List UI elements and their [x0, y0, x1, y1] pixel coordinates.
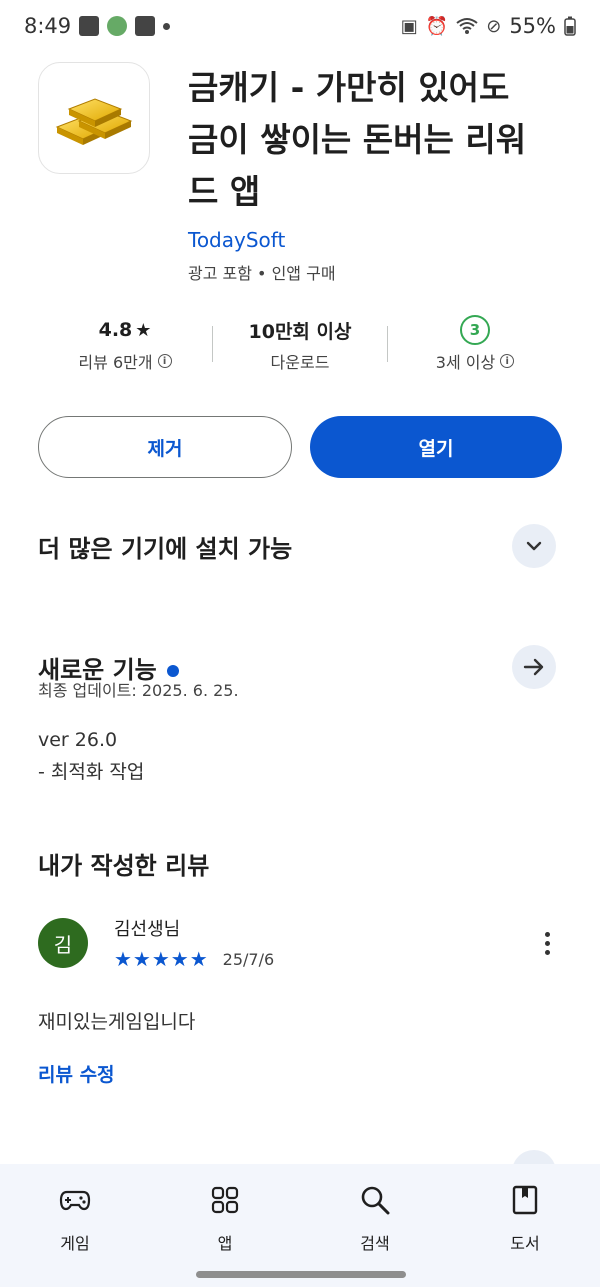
info-icon: i [500, 354, 515, 368]
release-notes: - 최적화 작업 [38, 761, 145, 783]
age-rating-stat[interactable]: 3 3세 이상 i [388, 315, 562, 373]
review-text: 재미있는게임입니다 [38, 1011, 196, 1033]
edit-review-link[interactable]: 리뷰 수정 [38, 1060, 115, 1087]
search-icon [357, 1182, 393, 1218]
nav-books[interactable]: 도서 [450, 1164, 600, 1287]
nav-label: 앱 [217, 1234, 233, 1253]
app-header: 금캐기 - 가만히 있어도 금이 쌓이는 돈버는 리워드 앱 TodaySoft… [38, 62, 568, 284]
status-bar: 8:49 ▣ ⏰ ⊘ 55% [0, 0, 600, 52]
expand-button[interactable] [512, 524, 556, 568]
nav-games[interactable]: 게임 [0, 1164, 150, 1287]
downloads-stat: 10만회 이상 다운로드 [213, 315, 387, 373]
devices-title: 더 많은 기기에 설치 가능 [38, 534, 293, 563]
do-not-disturb-icon: ⊘ [486, 15, 502, 37]
battery-percent: 55% [509, 14, 556, 38]
devices-section[interactable]: 더 많은 기기에 설치 가능 [38, 524, 556, 568]
nav-apps[interactable]: 앱 [150, 1164, 300, 1287]
info-icon: i [157, 354, 172, 368]
rating-label-line: 리뷰 6만개 i [78, 349, 172, 373]
whats-new-arrow-button[interactable] [512, 645, 556, 689]
battery-icon [564, 16, 576, 36]
chevron-down-icon [526, 541, 542, 551]
review-date: 25/7/6 [222, 949, 275, 969]
age-rating-badge: 3 [460, 315, 490, 345]
gamepad-icon [57, 1182, 93, 1218]
developer-link[interactable]: TodaySoft [188, 228, 548, 252]
nfc-icon: ▣ [400, 15, 418, 37]
age-label: 3세 이상 [435, 353, 496, 372]
review-stars-line: ★★★★★ 25/7/6 [114, 947, 532, 971]
gold-bars-icon [38, 62, 150, 174]
wifi-icon [456, 18, 478, 34]
avatar: 김 [38, 918, 88, 968]
status-left: 8:49 [24, 14, 171, 38]
version-text: ver 26.0 [38, 729, 118, 751]
nav-label: 검색 [360, 1234, 390, 1253]
status-right: ▣ ⏰ ⊘ 55% [401, 14, 576, 38]
downloads-label: 다운로드 [270, 353, 330, 372]
review-header: 김 김선생님 ★★★★★ 25/7/6 [38, 908, 562, 978]
apps-grid-icon [207, 1182, 243, 1218]
star-icon: ★ [135, 319, 152, 341]
age-label-line: 3세 이상 i [435, 349, 515, 373]
rating-value: 4.8 [98, 319, 133, 341]
gallery-notification-icon [79, 16, 100, 36]
rating-label: 리뷰 6만개 [78, 353, 153, 372]
reviewer-name: 김선생님 [114, 919, 181, 940]
rating-stat[interactable]: 4.8 ★ 리뷰 6만개 i [38, 315, 212, 373]
action-row: 제거 열기 [38, 416, 562, 478]
downloads-value: 10만회 이상 [248, 320, 352, 343]
review-stars: ★★★★★ [114, 947, 209, 971]
bottom-navigation: 게임 앱 검색 도서 [0, 1164, 600, 1287]
review-info: 김선생님 ★★★★★ 25/7/6 [114, 915, 532, 971]
app-meta: 금캐기 - 가만히 있어도 금이 쌓이는 돈버는 리워드 앱 TodaySoft… [188, 62, 548, 284]
age-badge-line: 3 [460, 315, 490, 345]
new-indicator-dot [166, 664, 179, 677]
message-notification-icon [135, 16, 156, 36]
my-review-title: 내가 작성한 리뷰 [38, 852, 210, 880]
app-title: 금캐기 - 가만히 있어도 금이 쌓이는 돈버는 리워드 앱 [188, 68, 527, 211]
rating-value-line: 4.8 ★ [99, 315, 152, 345]
uninstall-button[interactable]: 제거 [38, 416, 292, 478]
home-indicator[interactable] [196, 1271, 406, 1278]
stats-row: 4.8 ★ 리뷰 6만개 i 10만회 이상 다운로드 3 3세 이상 i [38, 312, 562, 376]
last-updated: 최종 업데이트: 2025. 6. 25. [38, 681, 239, 700]
nav-search[interactable]: 검색 [300, 1164, 450, 1287]
status-time: 8:49 [24, 14, 72, 38]
nav-label: 게임 [60, 1234, 90, 1253]
app-notes: 광고 포함 • 인앱 구매 [188, 264, 336, 283]
more-options-icon[interactable] [532, 921, 562, 965]
arrow-right-icon [523, 658, 544, 676]
book-icon [507, 1182, 543, 1218]
nav-label: 도서 [510, 1234, 540, 1253]
app-notification-icon [107, 16, 128, 36]
alarm-icon: ⏰ [425, 15, 449, 37]
more-notifications-icon [163, 22, 171, 30]
open-button[interactable]: 열기 [310, 416, 562, 478]
